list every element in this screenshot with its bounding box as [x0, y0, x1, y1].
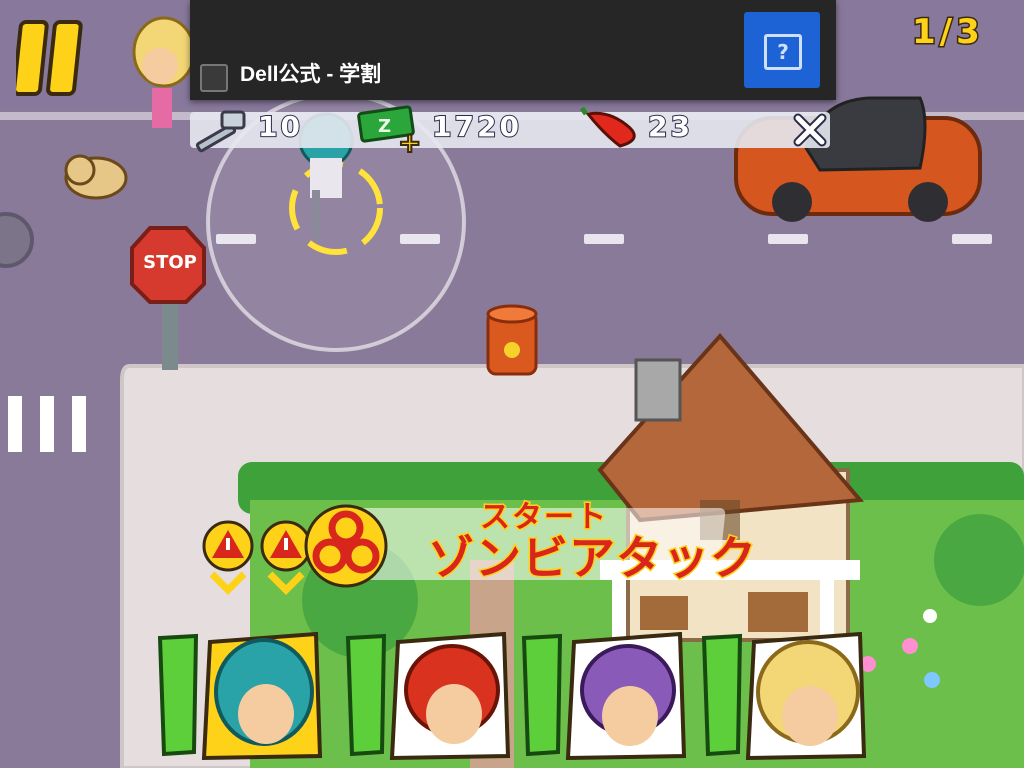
portrait-card-art: [521, 631, 687, 761]
orange-barrel: [486, 304, 538, 376]
ad-banner[interactable]: Dell公式 - 学割 ?: [190, 0, 836, 100]
chili-count: 23: [647, 109, 693, 144]
cash-count: 1720: [431, 109, 522, 144]
pause-button[interactable]: [12, 14, 94, 98]
biohazard-icon: [304, 504, 388, 588]
svg-text:Z: Z: [378, 116, 391, 137]
chili-icon: [580, 106, 636, 148]
stop-sign-text: STOP: [143, 252, 197, 273]
portrait-blonde-girl[interactable]: [700, 631, 868, 762]
close-button[interactable]: [790, 110, 830, 150]
pug-dog: [64, 154, 128, 200]
ad-info-button[interactable]: ?: [744, 12, 820, 88]
info-question-icon: ?: [764, 34, 802, 70]
cash-icon: Z +: [357, 105, 422, 156]
close-x-icon: [793, 113, 827, 147]
portrait-purple-hair-girl[interactable]: [520, 631, 688, 762]
pause-icon: [12, 20, 83, 96]
ad-checkbox[interactable]: [200, 64, 228, 92]
portrait-card-art: [345, 631, 511, 761]
crosswalk: [8, 396, 86, 452]
portrait-card-art: [701, 631, 867, 761]
hammer-icon: [195, 110, 246, 153]
hammer-count: 10: [257, 109, 303, 144]
portrait-card-art: [157, 631, 323, 761]
wave-counter: 1/3: [911, 11, 984, 54]
manhole: [0, 212, 34, 268]
zombie-attack-label: ゾンビアタック: [427, 530, 758, 587]
ad-text[interactable]: Dell公式 - 学割: [240, 58, 381, 88]
portrait-teal-hair-girl[interactable]: [156, 631, 324, 762]
bush: [934, 514, 1024, 606]
svg-text:+: +: [398, 126, 421, 156]
warning-icon: [202, 520, 254, 595]
portrait-red-hair-girl[interactable]: [344, 631, 512, 762]
